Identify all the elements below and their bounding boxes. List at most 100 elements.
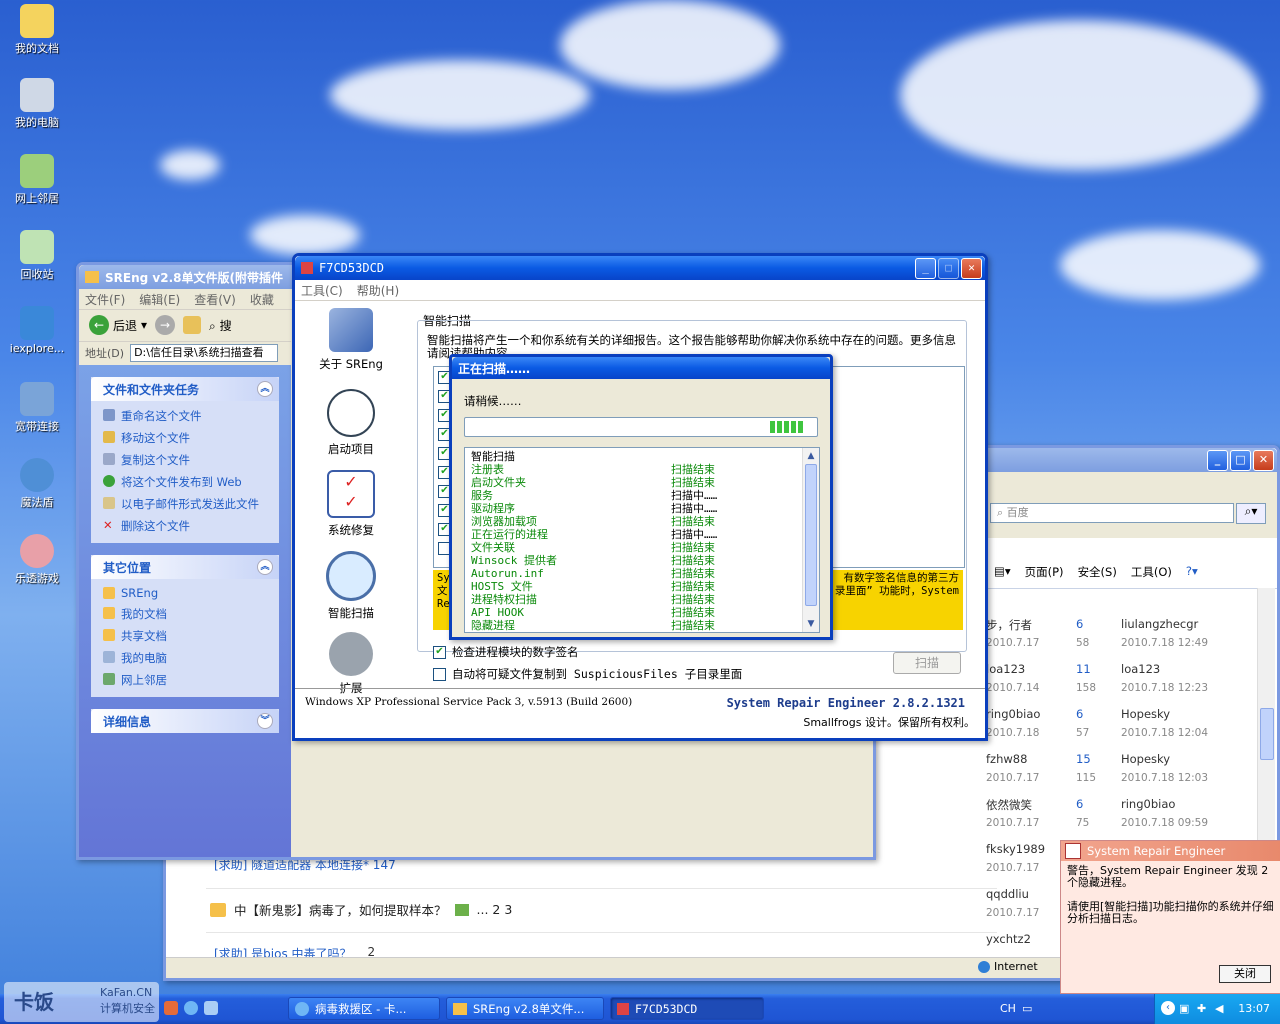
os-info: Windows XP Professional Service Pack 3, …: [305, 696, 633, 708]
security-tray-icon[interactable]: ✚: [1197, 1002, 1206, 1015]
menu-file[interactable]: 文件(F): [85, 291, 125, 308]
my-computer-icon[interactable]: 我的电脑: [4, 78, 70, 130]
nav-about[interactable]: 关于 SREng: [295, 308, 407, 383]
scan-item-name: Winsock 提供者: [471, 554, 557, 567]
scan-item-status: 扫描结束: [671, 606, 715, 619]
menu-edit[interactable]: 编辑(E): [139, 291, 180, 308]
menu-bar: 工具(C) 帮助(H): [295, 280, 985, 301]
copy-icon: [103, 453, 115, 465]
network-tray-icon[interactable]: ▣: [1179, 1002, 1189, 1015]
rename-file-link[interactable]: 重命名这个文件: [91, 405, 279, 427]
progress-block: [798, 421, 803, 433]
progress-block: [777, 421, 782, 433]
network-icon: [103, 673, 115, 685]
ie-icon[interactable]: [184, 1001, 198, 1015]
scan-item-name: 注册表: [471, 463, 504, 476]
taskbar-item-explorer[interactable]: SREng v2.8单文件...: [446, 997, 604, 1020]
address-bar: 地址(D) D:\信任目录\系统扫描查看: [79, 341, 291, 363]
search-button[interactable]: ⌕▾: [1236, 503, 1266, 524]
magnifier-icon: [326, 551, 376, 601]
volume-tray-icon[interactable]: ◀: [1215, 1002, 1223, 1015]
table-row[interactable]: 步，行者 2010.7.17 6 58 liulangzhecgr 2010.7.18 1…: [986, 611, 1211, 656]
safety-menu[interactable]: 安全(S): [1078, 564, 1117, 580]
sreng-nav: 关于 SREng 启动项目 ✓ ✓ 系统修复 智能扫描 扩展: [295, 302, 407, 707]
place-sreng[interactable]: SREng: [91, 583, 279, 603]
scroll-down-icon[interactable]: ▼: [803, 616, 819, 632]
app-quicklaunch-icon[interactable]: [204, 1001, 218, 1015]
nav-repair[interactable]: ✓ ✓ 系统修复: [295, 470, 407, 545]
checkbox[interactable]: [433, 667, 446, 681]
taskbar-item-sreng[interactable]: F7CD53DCD: [610, 997, 764, 1020]
app-icon: [617, 1002, 629, 1015]
table-row[interactable]: ring0biao 2010.7.18 6 57 Hopesky 2010.7.18 12…: [986, 701, 1211, 746]
table-row[interactable]: loa123 2010.7.14 11 158 loa123 2010.7.18 12:2…: [986, 656, 1211, 701]
minimize-button[interactable]: _: [1207, 449, 1228, 471]
publish-web-link[interactable]: 将这个文件发布到 Web: [91, 471, 279, 493]
search-input[interactable]: ⌕ 百度: [990, 503, 1234, 523]
place-my-computer[interactable]: 我的电脑: [91, 647, 279, 669]
quick-launch: [164, 1001, 218, 1015]
quick-launch-app-icon[interactable]: [164, 1001, 178, 1015]
up-folder-icon[interactable]: [183, 316, 202, 334]
maximize-button[interactable]: □: [1230, 449, 1251, 471]
iexplore-icon[interactable]: iexplore...: [4, 306, 70, 355]
copy-suspicious-option[interactable]: 自动将可疑文件复制到 SuspiciousFiles 子目录里面: [433, 666, 742, 682]
menu-tools[interactable]: 工具(C): [301, 282, 343, 299]
back-button[interactable]: ← 后退 ▾: [89, 315, 147, 335]
forward-button[interactable]: →: [155, 315, 176, 335]
my-documents-icon[interactable]: 我的文档: [4, 4, 70, 56]
maximize-button[interactable]: □: [938, 257, 959, 279]
close-button[interactable]: ✕: [961, 257, 982, 279]
minimize-button[interactable]: _: [915, 257, 936, 279]
verify-signature-option[interactable]: ✔ 检查进程模块的数字签名: [433, 644, 579, 660]
scan-item-row: Autorun.inf 扫描结束: [465, 567, 819, 580]
search-icon: ⌕: [209, 318, 216, 333]
checkbox[interactable]: ✔: [433, 645, 446, 659]
scroll-up-icon[interactable]: ▲: [803, 448, 819, 464]
scan-item-status: 扫描结束: [671, 541, 715, 554]
list-item[interactable]: 中【新鬼影】病毒了，如何提取样本？ ... 2 3: [210, 900, 512, 919]
search-button[interactable]: ⌕ 搜: [209, 317, 232, 334]
table-row[interactable]: 依然微笑 2010.7.17 6 75 ring0biao 2010.7.18 09:59: [986, 791, 1211, 836]
menu-help[interactable]: 帮助(H): [357, 282, 399, 299]
language-indicator[interactable]: CH ▭: [1000, 1002, 1032, 1015]
tray-expand-icon[interactable]: ‹: [1161, 1001, 1175, 1015]
scan-item-status: 扫描结束: [671, 580, 715, 593]
nav-startup[interactable]: 启动项目: [295, 389, 407, 464]
scan-item-name: 正在运行的进程: [471, 528, 548, 541]
scan-item-name: 进程特权扫描: [471, 593, 537, 606]
network-places-icon[interactable]: 网上邻居: [4, 154, 70, 206]
magic-shield-icon[interactable]: 魔法盾: [4, 458, 70, 510]
menu-view[interactable]: 查看(V): [194, 291, 236, 308]
lotto-game-icon[interactable]: 乐透游戏: [4, 534, 70, 586]
file-tasks-box: 文件和文件夹任务 ︽ 重命名这个文件 移动这个文件 复制这个文件 将这个文件发布到…: [91, 377, 279, 543]
place-shared-documents[interactable]: 共享文档: [91, 625, 279, 647]
collapse-icon[interactable]: ︽: [257, 559, 273, 575]
scan-item-row: 进程特权扫描 扫描结束: [465, 593, 819, 606]
address-input[interactable]: D:\信任目录\系统扫描查看: [130, 343, 279, 362]
nav-smart-scan[interactable]: 智能扫描: [295, 551, 407, 626]
copy-file-link[interactable]: 复制这个文件: [91, 449, 279, 471]
recycle-bin-icon[interactable]: 回收站: [4, 230, 70, 282]
close-button[interactable]: ✕: [1253, 449, 1274, 471]
place-my-documents[interactable]: 我的文档: [91, 603, 279, 625]
tools-menu[interactable]: 工具(O): [1131, 564, 1172, 580]
collapse-icon[interactable]: ︽: [257, 381, 273, 397]
scrollbar[interactable]: ▲ ▼: [802, 448, 819, 632]
page-menu[interactable]: 页面(P): [1025, 564, 1064, 580]
move-file-link[interactable]: 移动这个文件: [91, 427, 279, 449]
help-icon[interactable]: ?▾: [1186, 564, 1198, 580]
taskbar-item-ie[interactable]: 病毒救援区 - 卡...: [288, 997, 440, 1020]
expand-icon[interactable]: ︾: [257, 713, 273, 729]
scan-button[interactable]: 扫描: [893, 652, 961, 674]
email-file-link[interactable]: 以电子邮件形式发送此文件: [91, 493, 279, 515]
place-network[interactable]: 网上邻居: [91, 669, 279, 691]
table-row[interactable]: fzhw88 2010.7.17 15 115 Hopesky 2010.7.18 12:…: [986, 746, 1211, 791]
print-icon[interactable]: ▤▾: [994, 564, 1011, 580]
menu-favorites[interactable]: 收藏: [250, 291, 274, 308]
scan-item-row: HOSTS 文件 扫描结束: [465, 580, 819, 593]
folder-icon: [210, 902, 226, 917]
broadband-icon[interactable]: 宽带连接: [4, 382, 70, 434]
delete-file-link[interactable]: ✕ 删除这个文件: [91, 515, 279, 537]
close-balloon-button[interactable]: 关闭: [1219, 965, 1271, 983]
